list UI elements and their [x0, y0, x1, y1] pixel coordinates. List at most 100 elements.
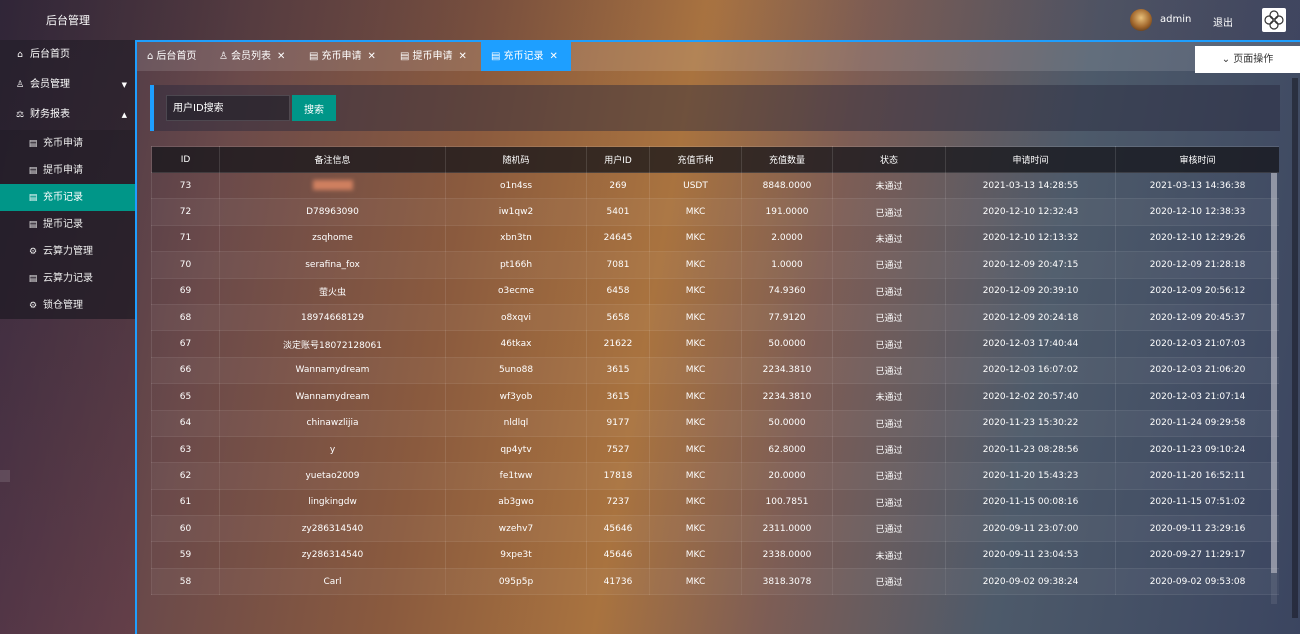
logout-link[interactable]: 退出: [1213, 14, 1233, 29]
column-header: 备注信息: [219, 146, 446, 173]
table-cell: 已通过: [832, 330, 946, 358]
table-cell: Carl: [219, 567, 446, 596]
table-cell: MKC: [649, 515, 742, 543]
table-row[interactable]: 60 zy286314540 wzehv7 45646 MKC 2311.0000 已通过 2…: [151, 515, 1279, 543]
avatar[interactable]: [1130, 9, 1152, 31]
table-row[interactable]: 69 萤火虫 o3ecme 6458 MKC 74.9360 已通过 2020-12-09 2…: [151, 277, 1279, 305]
sidebar-item-cloud-records[interactable]: ▤ 云算力记录: [0, 265, 135, 292]
table-cell: 2020-11-20 16:52:11: [1115, 462, 1279, 490]
table-row[interactable]: 61 lingkingdw ab3gwo 7237 MKC 100.7851 已通过 2020…: [151, 488, 1279, 517]
table-row[interactable]: 71 zsqhome xbn3tn 24645 MKC 2.0000 未通过 2020-12-…: [151, 224, 1279, 253]
table-cell: 45646: [586, 541, 650, 569]
table-cell: 65: [151, 383, 220, 411]
table-row[interactable]: 65 Wannamydream wf3yob 3615 MKC 2234.3810 未通过 2…: [151, 383, 1279, 411]
table-row[interactable]: 70 serafina_fox pt166h 7081 MKC 1.0000 已通过 2020…: [151, 251, 1279, 279]
gear-icon: ⚙: [28, 247, 38, 257]
table-cell: MKC: [649, 356, 742, 385]
table-cell: 2020-12-10 12:29:26: [1115, 224, 1279, 253]
table-row[interactable]: 68 18974668129 o8xqvi 5658 MKC 77.9120 已通过 2020…: [151, 303, 1279, 332]
table-cell: 2338.0000: [741, 541, 833, 569]
table-row[interactable]: 63 y qp4ytv 7527 MKC 62.8000 已通过 2020-11-23 08:…: [151, 435, 1279, 464]
table-cell: o3ecme: [445, 277, 587, 305]
table-cell: ab3gwo: [445, 488, 587, 517]
close-icon[interactable]: ✕: [277, 42, 285, 71]
tab-withdraw-apply[interactable]: ▤ 提币申请 ✕: [390, 42, 467, 71]
table-cell: [219, 171, 446, 200]
sidebar-item-finance[interactable]: ⚖ 财务报表 ▲: [0, 100, 135, 130]
table-cell: 2020-12-09 20:56:12: [1115, 277, 1279, 305]
search-input[interactable]: [166, 95, 290, 121]
table-cell: 17818: [586, 462, 650, 490]
table-body: 73 o1n4ss 269 USDT 8848.0000 未通过 2021-03-13 14…: [151, 171, 1279, 596]
page-operations-button[interactable]: ⌄ 页面操作: [1195, 46, 1300, 73]
table-cell: 3818.3078: [741, 567, 833, 596]
search-bar: 搜索: [150, 85, 1280, 131]
table-row[interactable]: 58 Carl 095p5p 41736 MKC 3818.3078 已通过 2020-09-…: [151, 567, 1279, 596]
sidebar-item-label: 充币申请: [43, 138, 83, 149]
page-operations-label: 页面操作: [1233, 54, 1274, 65]
table-cell: 2234.3810: [741, 383, 833, 411]
tab-deposit-apply[interactable]: ▤ 充币申请 ✕: [299, 42, 376, 71]
table-cell: 3615: [586, 383, 650, 411]
sidebar-toggle-handle[interactable]: [0, 470, 10, 482]
gear-icon: ⚙: [28, 301, 38, 311]
table-cell: 64: [151, 409, 220, 437]
sidebar-item-withdraw-apply[interactable]: ▤ 提币申请: [0, 157, 135, 184]
table-cell: 18974668129: [219, 303, 446, 332]
tab-home[interactable]: ⌂ 后台首页: [137, 42, 196, 71]
username[interactable]: admin: [1160, 14, 1191, 25]
table-cell: 2311.0000: [741, 515, 833, 543]
table-row[interactable]: 59 zy286314540 9xpe3t 45646 MKC 2338.0000 未通过 2…: [151, 541, 1279, 569]
document-icon: ▤: [491, 51, 501, 62]
table-cell: y: [219, 435, 446, 464]
tab-member-list[interactable]: ♙ 会员列表 ✕: [209, 42, 285, 71]
table-scrollbar-thumb[interactable]: [1271, 173, 1277, 573]
table-cell: 6458: [586, 277, 650, 305]
table-cell: iw1qw2: [445, 198, 587, 226]
table-cell: 66: [151, 356, 220, 385]
tab-deposit-records[interactable]: ▤ 充币记录 ✕: [481, 42, 571, 71]
table-cell: 已通过: [832, 462, 946, 490]
search-button[interactable]: 搜索: [292, 95, 336, 121]
table-cell: 2020-12-03 16:07:02: [945, 356, 1116, 385]
document-icon: ▤: [28, 139, 38, 149]
table-cell: 2020-12-09 21:28:18: [1115, 251, 1279, 279]
table-cell: 已通过: [832, 251, 946, 279]
table-row[interactable]: 62 yuetao2009 fe1tww 17818 MKC 20.0000 已通过 2020…: [151, 462, 1279, 490]
user-icon: ♙: [219, 51, 228, 62]
table-cell: 7527: [586, 435, 650, 464]
table-cell: USDT: [649, 171, 742, 200]
sidebar-item-deposit-apply[interactable]: ▤ 充币申请: [0, 130, 135, 157]
table-cell: o8xqvi: [445, 303, 587, 332]
theme-icon[interactable]: [1262, 8, 1286, 32]
table-cell: 2020-12-09 20:39:10: [945, 277, 1116, 305]
sidebar-item-home[interactable]: ⌂ 后台首页: [0, 40, 135, 70]
sidebar-item-deposit-records[interactable]: ▤ 充币记录: [0, 184, 135, 211]
close-icon[interactable]: ✕: [367, 42, 375, 71]
page-scrollbar[interactable]: [1292, 78, 1298, 618]
table-cell: 已通过: [832, 277, 946, 305]
document-icon: ▤: [400, 51, 410, 62]
sidebar-item-withdraw-records[interactable]: ▤ 提币记录: [0, 211, 135, 238]
close-icon[interactable]: ✕: [458, 42, 466, 71]
table-cell: MKC: [649, 462, 742, 490]
table-cell: 7081: [586, 251, 650, 279]
table-cell: Wannamydream: [219, 356, 446, 385]
close-icon[interactable]: ✕: [549, 42, 557, 71]
table-row[interactable]: 72 D78963090 iw1qw2 5401 MKC 191.0000 已通过 2020-…: [151, 198, 1279, 226]
table-row[interactable]: 64 chinawzlijia nldlql 9177 MKC 50.0000 已通过 202…: [151, 409, 1279, 437]
table-cell: MKC: [649, 488, 742, 517]
table-cell: 2020-12-02 20:57:40: [945, 383, 1116, 411]
sidebar-item-label: 云算力记录: [43, 273, 93, 284]
sidebar-item-cloud-power[interactable]: ⚙ 云算力管理: [0, 238, 135, 265]
table-cell: zsqhome: [219, 224, 446, 253]
sidebar-item-members[interactable]: ♙ 会员管理 ▼: [0, 70, 135, 100]
table-cell: 2020-11-23 09:10:24: [1115, 435, 1279, 464]
table-cell: 2020-12-03 21:07:03: [1115, 330, 1279, 358]
table-row[interactable]: 66 Wannamydream 5uno88 3615 MKC 2234.3810 已通过 2…: [151, 356, 1279, 385]
table-row[interactable]: 73 o1n4ss 269 USDT 8848.0000 未通过 2021-03-13 14…: [151, 171, 1279, 200]
table-cell: 2020-09-11 23:04:53: [945, 541, 1116, 569]
table-cell: 59: [151, 541, 220, 569]
sidebar-item-lock[interactable]: ⚙ 锁仓管理: [0, 292, 135, 319]
table-row[interactable]: 67 淡定账号18072128061 46tkax 21622 MKC 50.0000 已通…: [151, 330, 1279, 358]
